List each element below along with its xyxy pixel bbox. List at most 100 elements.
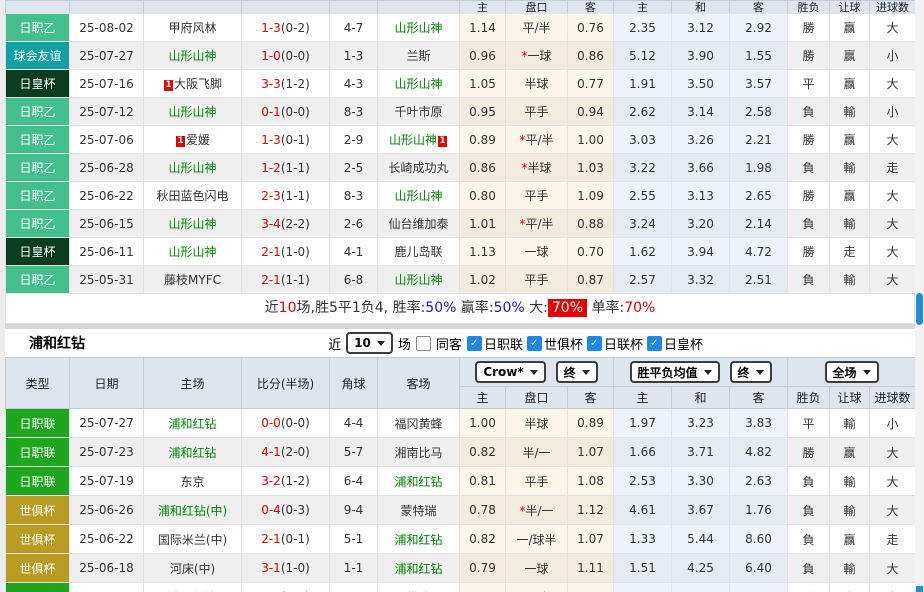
home-team-cell: 浦和红钻 (144, 438, 242, 467)
league-cell: 日职联 (6, 583, 70, 592)
away-team-cell: 蒙特瑞 (378, 496, 460, 525)
result-wdl-cell: 平 (788, 409, 830, 438)
ah-away-odds: 0.86 (568, 42, 614, 70)
corner-cell: 1-3 (330, 42, 378, 70)
corner-cell: 6-8 (330, 266, 378, 294)
result-handicap-cell: 赢 (830, 42, 870, 70)
summary-segment: 赢率: (456, 300, 493, 316)
handicap-cell: *半球 (506, 154, 568, 182)
scrollbar-thumb[interactable] (916, 293, 923, 325)
corner-cell: 8-6 (330, 583, 378, 592)
eu-away-odds: 2.51 (730, 266, 788, 294)
result-goals-cell: 大 (870, 126, 916, 154)
result-handicap-cell: 輸 (830, 467, 870, 496)
eu-draw-odds: 3.66 (672, 154, 730, 182)
home-team-cell: 甲府风林 (144, 14, 242, 42)
eu-draw-odds: 3.12 (672, 14, 730, 42)
table1-header-table: 主盘口客主和客胜负让球进球数 (5, 0, 916, 13)
handicap-cell: 平手 (506, 266, 568, 294)
home-team-cell: 河床(中) (144, 554, 242, 583)
same-away-checkbox[interactable] (416, 336, 431, 351)
section2-header: 浦和红钻 近 10 场 同客 日职联世俱杯日联杯日皇杯 (5, 329, 915, 357)
ah-home-odds: 0.78 (460, 496, 506, 525)
odds-type-select[interactable]: 胜平负均值 (630, 361, 720, 383)
league-filter-checkbox[interactable] (527, 336, 542, 351)
home-team-cell: 浦和红钻 (144, 409, 242, 438)
eu-away-odds: 2.14 (730, 210, 788, 238)
result-wdl-cell: 負 (788, 98, 830, 126)
scrollbar-track[interactable] (915, 0, 924, 592)
away-team-cell: 横滨 (378, 583, 460, 592)
result-wdl-cell: 勝 (788, 583, 830, 592)
match-row: 球会友谊25-07-27山形山神1-0(0-0)1-3兰斯0.96*一球0.86… (6, 42, 916, 70)
league-cell: 日职乙 (6, 98, 70, 126)
eu-draw-odds: 3.50 (672, 70, 730, 98)
eu-away-odds: 2.63 (730, 467, 788, 496)
league-filter-label: 日皇杯 (664, 334, 703, 353)
header-spacer (242, 1, 330, 14)
header-spacer (70, 1, 144, 14)
league-filter-group: 日职联世俱杯日联杯日皇杯 (467, 334, 705, 353)
summary-segment: 50% (425, 300, 456, 316)
match-row: 日职乙25-06-28山形山神1-2(1-1)2-5长崎成功丸0.86*半球1.… (6, 154, 916, 182)
header-spacer (330, 1, 378, 14)
ah-away-odds: 1.03 (568, 154, 614, 182)
corner-cell: 8-3 (330, 98, 378, 126)
chevron-down-icon (756, 370, 764, 375)
games-count-select[interactable]: 10 (346, 332, 393, 354)
score-cell: 3-1(1-0) (242, 554, 330, 583)
league-filter-checkbox[interactable] (647, 336, 662, 351)
bookmaker-select[interactable]: Crow* (475, 361, 545, 383)
eu-draw-odds: 5.44 (672, 525, 730, 554)
scrollbar-bottom-fragment (916, 586, 923, 592)
match-row: 日职联25-06-01浦和红钻2-1(0-1)8-6横滨0.88平/半1.012… (6, 583, 916, 592)
time-select[interactable]: 终 (730, 361, 772, 383)
score-cell: 2-1(0-1) (242, 583, 330, 592)
ah-home-odds: 0.88 (460, 583, 506, 592)
corner-cell: 4-1 (330, 238, 378, 266)
section2-title: 浦和红钻 (29, 333, 85, 353)
match-row: 日职联25-07-27浦和红钻0-0(0-0)4-4福冈黄蜂1.00半球0.89… (6, 409, 916, 438)
ah-home-odds: 1.13 (460, 238, 506, 266)
column-header: 盘口 (506, 1, 568, 14)
result-wdl-cell: 負 (788, 266, 830, 294)
result-wdl-cell: 負 (788, 210, 830, 238)
header-spacer (378, 1, 460, 14)
ah-away-odds: 0.77 (568, 70, 614, 98)
match-row: 日职乙25-06-22秋田蓝色闪电2-3(1-1)8-3山形山神0.80平手1.… (6, 182, 916, 210)
scope-select[interactable]: 全场 (825, 361, 879, 383)
result-goals-cell: 大 (870, 70, 916, 98)
home-team-cell: 浦和红钻 (144, 583, 242, 592)
league-cell: 球会友谊 (6, 42, 70, 70)
score-cell: 2-1(0-1) (242, 525, 330, 554)
result-handicap-cell: 輸 (830, 154, 870, 182)
score-cell: 1-0(0-0) (242, 42, 330, 70)
date-cell: 25-06-15 (70, 210, 144, 238)
summary-segment: 场,胜5平1负4, 胜率: (297, 300, 426, 316)
eu-away-odds: 1.55 (730, 42, 788, 70)
league-cell: 日职乙 (6, 14, 70, 42)
ah-away-odds: 1.07 (568, 525, 614, 554)
column-header: 主 (614, 387, 672, 409)
column-header: 主 (460, 1, 506, 14)
corner-cell: 1-1 (330, 554, 378, 583)
column-header: 比分(半场) (242, 358, 330, 409)
red-card-icon: 1 (176, 136, 185, 147)
league-cell: 日皇杯 (6, 70, 70, 98)
corner-cell: 4-3 (330, 70, 378, 98)
time-select[interactable]: 终 (556, 361, 598, 383)
ah-home-odds: 0.86 (460, 154, 506, 182)
home-team-cell: 东京 (144, 467, 242, 496)
eu-home-odds: 2.08 (614, 583, 672, 592)
date-cell: 25-06-26 (70, 496, 144, 525)
league-filter-checkbox[interactable] (587, 336, 602, 351)
summary-segment: 近 (265, 300, 279, 316)
ah-away-odds: 1.09 (568, 182, 614, 210)
ah-away-odds: 0.76 (568, 14, 614, 42)
result-goals-cell: 小 (870, 42, 916, 70)
eu-draw-odds: 3.32 (672, 266, 730, 294)
league-filter-checkbox[interactable] (467, 336, 482, 351)
eu-draw-odds: 3.71 (672, 438, 730, 467)
result-goals-cell: 大 (870, 266, 916, 294)
home-team-cell: 山形山神 (144, 154, 242, 182)
